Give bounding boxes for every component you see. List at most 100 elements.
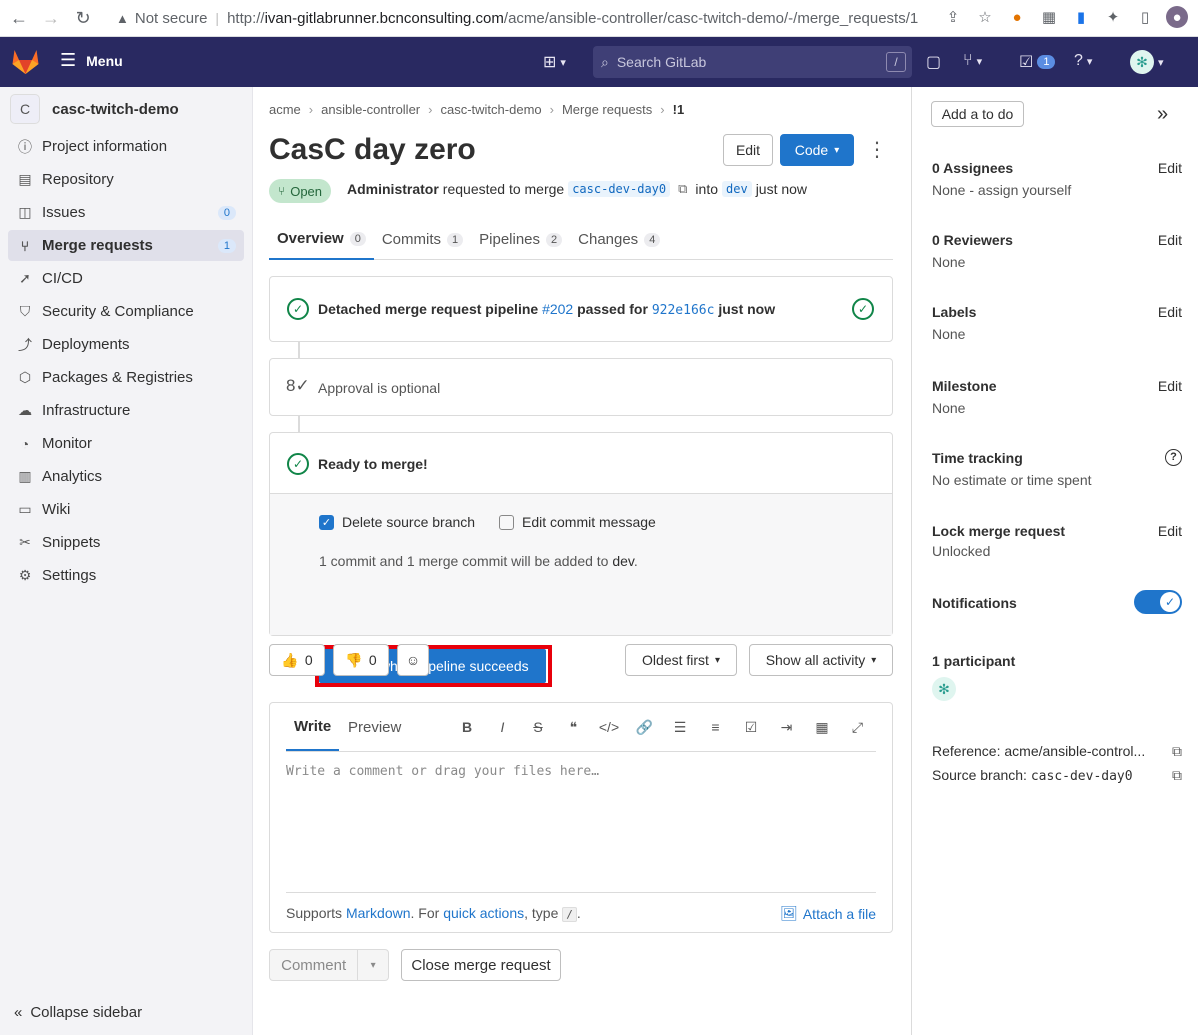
tab-pipelines[interactable]: Pipelines 2 <box>471 219 570 260</box>
collapse-sidebar-button[interactable]: « Collapse sidebar <box>14 1004 142 1021</box>
activity-filter-dropdown[interactable]: Show all activity ▾ <box>749 644 893 676</box>
notifications-toggle[interactable]: ✓ <box>1134 590 1182 614</box>
breadcrumb-item[interactable]: Merge requests <box>562 102 652 117</box>
breadcrumb-item[interactable]: ansible-controller <box>321 102 420 117</box>
target-branch-chip[interactable]: dev <box>722 181 752 197</box>
sidebar-item-wiki[interactable]: ▭ Wiki <box>8 494 244 525</box>
sidebar-item-deployments[interactable]: ⤴ Deployments <box>8 329 244 360</box>
task-list-icon[interactable]: ☑ <box>736 712 766 742</box>
tab-preview[interactable]: Preview <box>346 703 403 751</box>
share-icon[interactable]: ⇪ <box>942 6 964 28</box>
sidebar-item-analytics[interactable]: ▥ Analytics <box>8 461 244 492</box>
tab-label: Changes <box>578 231 639 248</box>
address-bar[interactable]: ▲ Not secure | http://ivan-gitlabrunner.… <box>106 4 982 32</box>
edit-button[interactable]: Edit <box>723 134 773 166</box>
edit-assignees-button[interactable]: Edit <box>1158 160 1182 176</box>
search-input[interactable]: ⌕ Search GitLab / <box>593 46 912 78</box>
add-todo-button[interactable]: Add a to do <box>931 101 1024 127</box>
bullet-list-icon[interactable]: ☰ <box>665 712 695 742</box>
sidebar-item-issues[interactable]: ◫ Issues 0 <box>8 197 244 228</box>
sidebar-item-repository[interactable]: ▤ Repository <box>8 164 244 195</box>
copy-icon[interactable]: ⧉ <box>1172 767 1182 784</box>
sidebar-item-packages-registries[interactable]: ⬡ Packages & Registries <box>8 362 244 393</box>
reload-icon[interactable]: ↻ <box>67 2 99 34</box>
numbered-list-icon[interactable]: ≡ <box>701 712 731 742</box>
tab-changes[interactable]: Changes 4 <box>570 219 668 260</box>
sidebar-item-security-compliance[interactable]: ⛉ Security & Compliance <box>8 296 244 327</box>
bookmark-star-icon[interactable]: ☆ <box>974 6 996 28</box>
delete-source-checkbox[interactable]: ✓ Delete source branch <box>319 514 475 530</box>
merge-requests-header-icon[interactable]: ⑂ ▾ <box>963 52 982 70</box>
tab-commits[interactable]: Commits 1 <box>374 219 471 260</box>
help-icon[interactable]: ? <box>1165 449 1182 466</box>
collapsible-icon[interactable]: ⇥ <box>772 712 802 742</box>
breadcrumb-item[interactable]: acme <box>269 102 301 117</box>
thumbs-down-button[interactable]: 👎 0 <box>333 644 389 676</box>
side-panel-icon[interactable]: ▯ <box>1134 6 1156 28</box>
back-icon[interactable]: ← <box>3 2 35 34</box>
sidebar-item-ci-cd[interactable]: ➚ CI/CD <box>8 263 244 294</box>
edit-labels-button[interactable]: Edit <box>1158 304 1182 320</box>
sidebar-item-merge-requests[interactable]: ⑂ Merge requests 1 <box>8 230 244 261</box>
assignees-value[interactable]: None - assign yourself <box>932 182 1182 198</box>
sidebar-item-monitor[interactable]: ◔ Monitor <box>8 428 244 459</box>
breadcrumb-item[interactable]: casc-twitch-demo <box>440 102 541 117</box>
tab-overview[interactable]: Overview 0 <box>269 219 374 260</box>
kebab-menu-icon[interactable]: ⋮ <box>867 137 887 163</box>
strikethrough-icon[interactable]: S <box>523 712 553 742</box>
attach-file-button[interactable]: 🖼 Attach a file <box>780 905 876 922</box>
close-merge-request-button[interactable]: Close merge request <box>401 949 561 981</box>
comment-options-button[interactable]: ▾ <box>357 950 388 980</box>
commit-sha-link[interactable]: 922e166c <box>652 303 715 318</box>
sort-dropdown[interactable]: Oldest first ▾ <box>625 644 737 676</box>
widget-connector <box>298 342 300 358</box>
edit-lock-button[interactable]: Edit <box>1158 523 1182 539</box>
code-dropdown-button[interactable]: Code ▾ <box>780 134 854 166</box>
help-header-icon[interactable]: ? ▾ <box>1074 52 1092 70</box>
pipeline-link[interactable]: #202 <box>542 301 573 317</box>
add-reaction-button[interactable]: ☺ <box>397 644 429 676</box>
todos-header-icon[interactable]: ☑ 1 <box>1019 52 1056 72</box>
quick-actions-link[interactable]: quick actions <box>443 905 524 921</box>
pipeline-status-icon[interactable]: ✓ <box>852 298 874 320</box>
sidebar-item-snippets[interactable]: ✂ Snippets <box>8 527 244 558</box>
fullscreen-icon[interactable]: ⤢ <box>843 712 873 742</box>
user-avatar-icon[interactable]: ✻ ▾ <box>1130 50 1164 74</box>
link-icon[interactable]: 🔗 <box>630 712 660 742</box>
table-icon[interactable]: ▦ <box>807 712 837 742</box>
edit-milestone-button[interactable]: Edit <box>1158 378 1182 394</box>
breadcrumb: acme › ansible-controller › casc-twitch-de… <box>269 102 684 117</box>
breadcrumb-current[interactable]: !1 <box>673 102 685 117</box>
extension-colorful-icon[interactable]: ● <box>1006 6 1028 28</box>
comment-button[interactable]: Comment <box>270 950 357 980</box>
gitlab-logo-icon[interactable] <box>12 49 39 78</box>
participant-avatar[interactable]: ✻ <box>932 677 956 701</box>
tab-write[interactable]: Write <box>286 703 340 751</box>
quote-icon[interactable]: ❝ <box>559 712 589 742</box>
collapse-right-sidebar-icon[interactable]: » <box>1157 103 1168 126</box>
create-new-dropdown[interactable]: ⊞ ▾ <box>543 52 566 72</box>
code-icon[interactable]: </> <box>594 712 624 742</box>
copy-icon[interactable]: ⧉ <box>1172 743 1182 760</box>
edit-reviewers-button[interactable]: Edit <box>1158 232 1182 248</box>
issues-header-icon[interactable]: ▢ <box>926 52 941 72</box>
comment-textarea[interactable]: Write a comment or drag your files here… <box>286 752 876 892</box>
source-branch-chip[interactable]: casc-dev-day0 <box>568 181 671 197</box>
markdown-link[interactable]: Markdown <box>346 905 411 921</box>
sidebar-item-project-information[interactable]: ⓘ Project information <box>8 131 244 162</box>
italic-icon[interactable]: I <box>488 712 518 742</box>
qr-extension-icon[interactable]: ▦ <box>1038 6 1060 28</box>
menu-button[interactable]: ☰ Menu <box>60 50 123 71</box>
edit-commit-checkbox[interactable]: Edit commit message <box>499 514 656 530</box>
puzzle-extensions-icon[interactable]: ✦ <box>1102 6 1124 28</box>
profile-avatar-icon[interactable]: ● <box>1166 6 1188 28</box>
bold-icon[interactable]: B <box>452 712 482 742</box>
sidebar-item-infrastructure[interactable]: ☁ Infrastructure <box>8 395 244 426</box>
project-header[interactable]: C casc-twitch-demo <box>0 89 252 129</box>
author-link[interactable]: Administrator <box>347 181 439 197</box>
sidebar-item-settings[interactable]: ⚙ Settings <box>8 560 244 591</box>
copy-icon[interactable]: ⧉ <box>678 181 687 197</box>
blue-extension-icon[interactable]: ▮ <box>1070 6 1092 28</box>
forward-icon[interactable]: → <box>35 2 67 34</box>
thumbs-up-button[interactable]: 👍 0 <box>269 644 325 676</box>
